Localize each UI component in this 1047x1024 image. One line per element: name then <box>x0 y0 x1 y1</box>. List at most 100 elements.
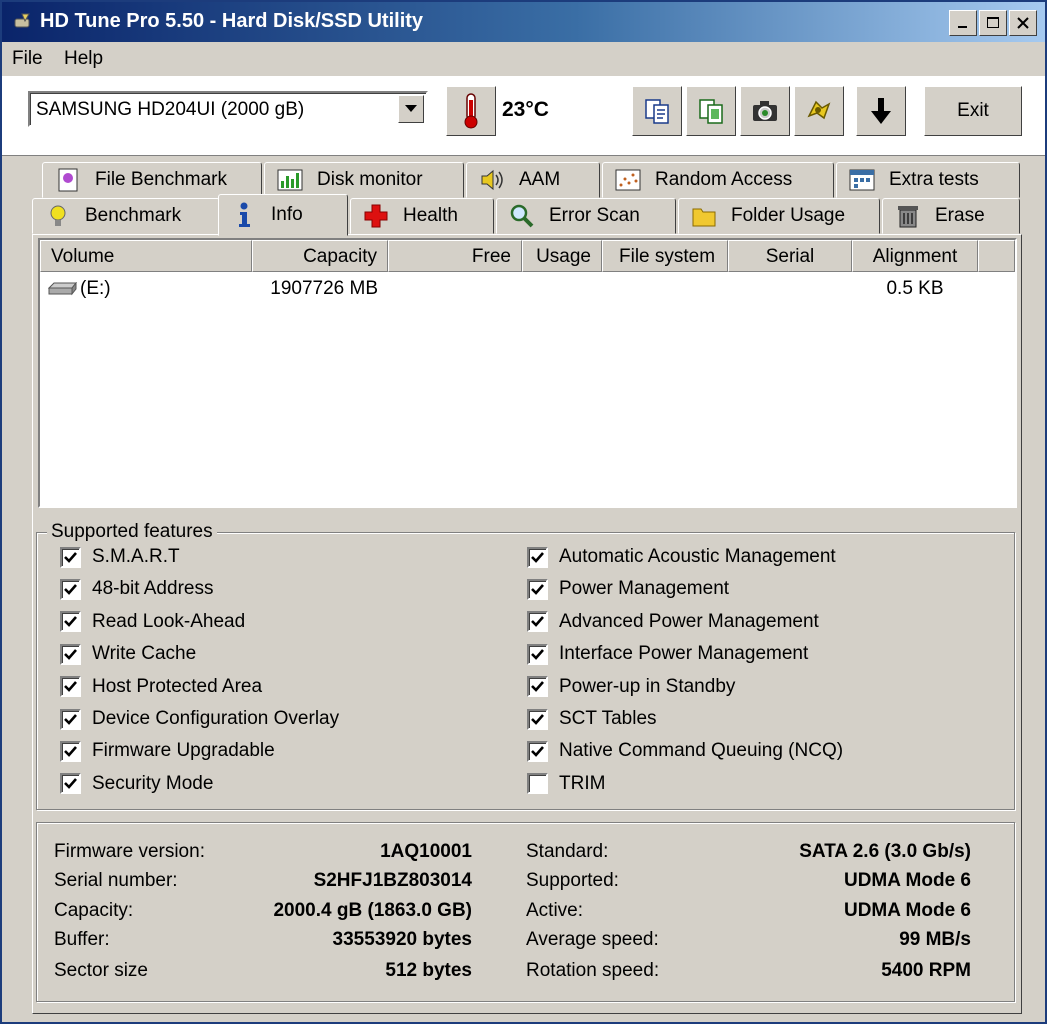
checkbox[interactable] <box>60 676 81 698</box>
checkmark-icon <box>531 746 544 757</box>
feature-checkbox-row[interactable]: Power Management <box>527 578 729 600</box>
disk-monitor-icon <box>277 167 303 193</box>
feature-checkbox-row[interactable]: Advanced Power Management <box>527 611 819 633</box>
detail-label: Active: <box>526 900 584 921</box>
checkmark-icon <box>64 746 77 757</box>
checkbox[interactable] <box>527 611 548 633</box>
feature-checkbox-row[interactable]: Native Command Queuing (NCQ) <box>527 740 843 762</box>
detail-value: 99 MB/s <box>899 929 971 950</box>
feature-checkbox-row[interactable]: Security Mode <box>60 773 213 795</box>
feature-checkbox-row[interactable]: 48-bit Address <box>60 578 213 600</box>
drive-select-dropdown-button[interactable] <box>398 95 424 123</box>
checkbox[interactable] <box>60 740 81 762</box>
column-capacity[interactable]: Capacity <box>252 240 388 272</box>
menu-help[interactable]: Help <box>64 48 103 70</box>
checkbox[interactable] <box>527 643 548 665</box>
tab-label: Folder Usage <box>731 205 846 226</box>
save-button[interactable] <box>856 86 906 136</box>
random-access-icon <box>615 167 641 193</box>
screenshot-button[interactable] <box>740 86 790 136</box>
tab-extra-tests[interactable]: Extra tests <box>836 162 1020 198</box>
checkbox[interactable] <box>60 578 81 600</box>
feature-checkbox-row[interactable]: Interface Power Management <box>527 643 808 665</box>
tab-erase[interactable]: Erase <box>882 198 1020 234</box>
volume-list-header: Volume Capacity Free Usage File system S… <box>40 240 1015 272</box>
tab-label: Extra tests <box>889 169 979 190</box>
detail-label: Firmware version: <box>54 841 205 862</box>
checkbox[interactable] <box>527 773 548 795</box>
column-serial[interactable]: Serial <box>728 240 852 272</box>
checkbox[interactable] <box>527 546 548 568</box>
options-button[interactable] <box>794 86 844 136</box>
feature-checkbox-row[interactable]: Automatic Acoustic Management <box>527 546 836 568</box>
tab-random-access[interactable]: Random Access <box>602 162 834 198</box>
camera-icon <box>753 101 777 121</box>
hard-drive-icon <box>48 282 78 296</box>
feature-checkbox-row[interactable]: Read Look-Ahead <box>60 611 245 633</box>
feature-label: S.M.A.R.T <box>92 546 180 567</box>
tab-file-benchmark[interactable]: File Benchmark <box>42 162 262 198</box>
arrow-down-icon <box>871 98 891 124</box>
checkbox[interactable] <box>527 740 548 762</box>
column-alignment[interactable]: Alignment <box>852 240 978 272</box>
checkbox[interactable] <box>60 773 81 795</box>
minimize-icon <box>958 26 967 28</box>
copy-info-icon <box>699 99 723 124</box>
feature-checkbox-row[interactable]: Device Configuration Overlay <box>60 708 339 730</box>
checkbox[interactable] <box>60 546 81 568</box>
copy-text-icon <box>645 99 669 124</box>
health-cross-icon <box>363 203 389 229</box>
feature-checkbox-row[interactable]: SCT Tables <box>527 708 657 730</box>
tab-benchmark[interactable]: Benchmark <box>32 198 220 234</box>
copy-info-button[interactable] <box>686 86 736 136</box>
close-button[interactable] <box>1009 10 1037 36</box>
tab-health[interactable]: Health <box>350 198 494 234</box>
detail-label: Rotation speed: <box>526 960 660 981</box>
checkmark-icon <box>64 778 77 790</box>
drive-select[interactable]: SAMSUNG HD204UI (2000 gB) <box>28 91 428 127</box>
tab-aam[interactable]: AAM <box>466 162 600 198</box>
feature-checkbox-row[interactable]: Power-up in Standby <box>527 676 735 698</box>
tab-error-scan[interactable]: Error Scan <box>496 198 676 234</box>
feature-label: Power-up in Standby <box>559 675 736 697</box>
column-usage[interactable]: Usage <box>522 240 602 272</box>
column-file-system[interactable]: File system <box>602 240 728 272</box>
lightbulb-icon <box>45 203 71 229</box>
checkbox[interactable] <box>527 676 548 698</box>
feature-checkbox-row[interactable]: S.M.A.R.T <box>60 546 180 568</box>
tab-disk-monitor[interactable]: Disk monitor <box>264 162 464 198</box>
checkbox[interactable] <box>60 708 81 730</box>
menu-file[interactable]: File <box>12 48 43 70</box>
checkbox[interactable] <box>60 643 81 665</box>
tab-label: Info <box>271 204 303 225</box>
info-icon <box>231 202 257 228</box>
checkmark-icon <box>531 681 544 692</box>
tab-info[interactable]: Info <box>218 194 348 236</box>
folder-icon <box>691 203 717 229</box>
checkbox[interactable] <box>527 708 548 730</box>
checkmark-icon <box>531 713 544 725</box>
feature-checkbox-row[interactable]: Write Cache <box>60 643 196 665</box>
column-volume[interactable]: Volume <box>40 240 252 272</box>
tab-folder-usage[interactable]: Folder Usage <box>678 198 880 234</box>
temperature-button[interactable] <box>446 86 496 136</box>
detail-label: Supported: <box>526 870 619 891</box>
feature-checkbox-row[interactable]: TRIM <box>527 773 605 795</box>
feature-checkbox-row[interactable]: Firmware Upgradable <box>60 740 275 762</box>
exit-button[interactable]: Exit <box>924 86 1022 136</box>
column-free[interactable]: Free <box>388 240 522 272</box>
checkbox[interactable] <box>527 578 548 600</box>
trash-icon <box>895 203 921 229</box>
feature-checkbox-row[interactable]: Host Protected Area <box>60 676 262 698</box>
maximize-button[interactable] <box>979 10 1007 36</box>
checkmark-icon <box>64 648 77 660</box>
cell-capacity: 1907726 MB <box>270 278 378 299</box>
window-title: HD Tune Pro 5.50 - Hard Disk/SSD Utility <box>40 10 424 32</box>
title-bar[interactable]: HD Tune Pro 5.50 - Hard Disk/SSD Utility <box>2 2 1045 42</box>
volume-list[interactable]: Volume Capacity Free Usage File system S… <box>38 238 1017 508</box>
copy-text-button[interactable] <box>632 86 682 136</box>
checkbox[interactable] <box>60 611 81 633</box>
detail-value: S2HFJ1BZ803014 <box>313 870 472 891</box>
detail-value: SATA 2.6 (3.0 Gb/s) <box>799 841 971 862</box>
minimize-button[interactable] <box>949 10 977 36</box>
